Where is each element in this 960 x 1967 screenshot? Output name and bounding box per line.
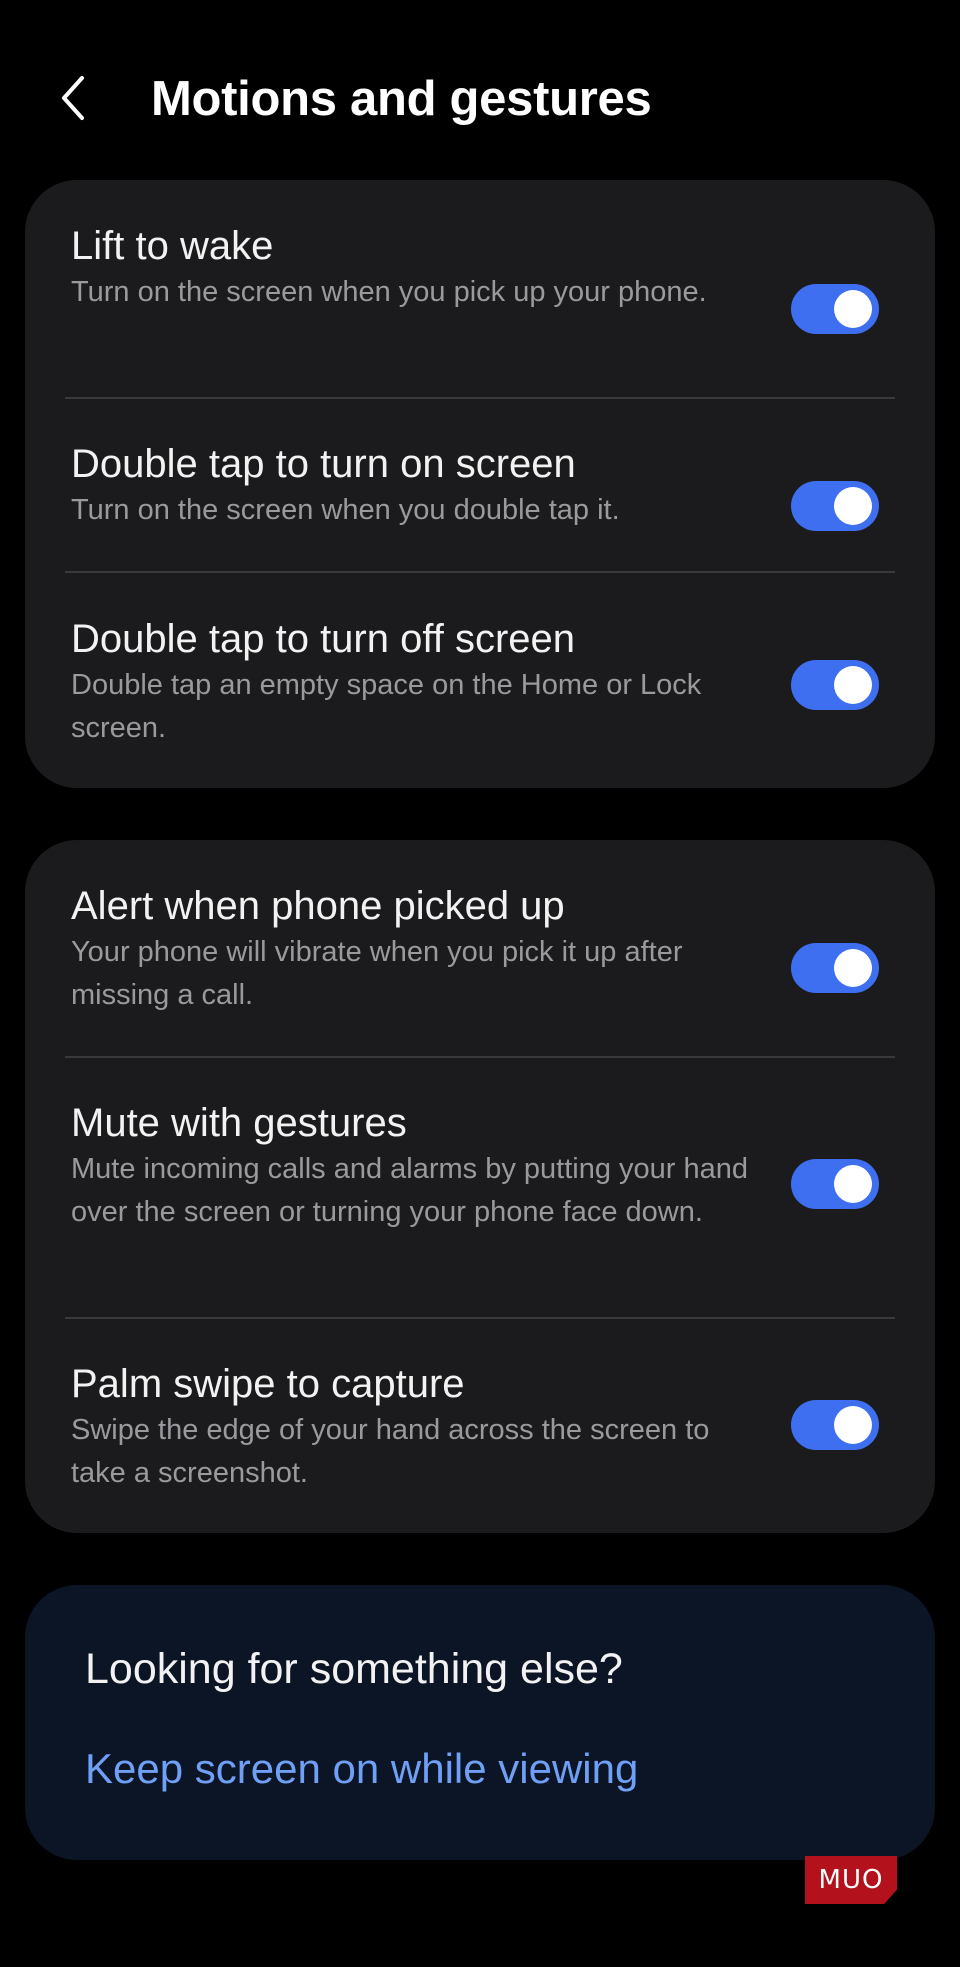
- setting-alert-picked-up[interactable]: Alert when phone picked up Your phone wi…: [25, 880, 935, 1030]
- setting-title: Lift to wake: [71, 224, 274, 268]
- setting-description: Double tap an empty space on the Home or…: [71, 669, 702, 744]
- watermark-logo: MUO: [805, 1856, 897, 1904]
- divider: [65, 571, 895, 573]
- toggle-knob: [834, 290, 872, 328]
- palm-swipe-toggle[interactable]: [791, 1400, 879, 1450]
- setting-description: Mute incoming calls and alarms by puttin…: [71, 1153, 749, 1228]
- toggle-knob: [834, 487, 872, 525]
- settings-group-1: Lift to wake Turn on the screen when you…: [25, 180, 935, 788]
- setting-description: Your phone will vibrate when you pick it…: [71, 936, 683, 1011]
- setting-title: Palm swipe to capture: [71, 1362, 465, 1406]
- toggle-knob: [834, 1406, 872, 1444]
- setting-title: Mute with gestures: [71, 1101, 407, 1145]
- mute-with-gestures-toggle[interactable]: [791, 1159, 879, 1209]
- setting-double-tap-off[interactable]: Double tap to turn off screen Double tap…: [25, 613, 935, 763]
- settings-group-2: Alert when phone picked up Your phone wi…: [25, 840, 935, 1533]
- setting-description: Turn on the screen when you pick up your…: [71, 276, 707, 308]
- divider: [65, 397, 895, 399]
- double-tap-off-toggle[interactable]: [791, 660, 879, 710]
- setting-title: Alert when phone picked up: [71, 884, 565, 928]
- keep-screen-on-link[interactable]: Keep screen on while viewing: [85, 1741, 638, 1797]
- setting-palm-swipe[interactable]: Palm swipe to capture Swipe the edge of …: [25, 1358, 935, 1508]
- setting-mute-with-gestures[interactable]: Mute with gestures Mute incoming calls a…: [25, 1097, 935, 1287]
- lift-to-wake-toggle[interactable]: [791, 284, 879, 334]
- suggestions-card: Looking for something else? Keep screen …: [25, 1585, 935, 1860]
- divider: [65, 1317, 895, 1319]
- setting-title: Double tap to turn off screen: [71, 617, 576, 661]
- setting-description: Turn on the screen when you double tap i…: [71, 494, 620, 526]
- chevron-left-icon: [58, 74, 88, 127]
- toggle-knob: [834, 949, 872, 987]
- alert-picked-up-toggle[interactable]: [791, 943, 879, 993]
- setting-description: Swipe the edge of your hand across the s…: [71, 1414, 710, 1489]
- suggestions-title: Looking for something else?: [85, 1645, 623, 1693]
- page-title: Motions and gestures: [151, 72, 652, 126]
- toggle-knob: [834, 666, 872, 704]
- back-button[interactable]: [58, 70, 118, 130]
- double-tap-on-toggle[interactable]: [791, 481, 879, 531]
- divider: [65, 1056, 895, 1058]
- setting-title: Double tap to turn on screen: [71, 442, 576, 486]
- setting-lift-to-wake[interactable]: Lift to wake Turn on the screen when you…: [25, 220, 935, 370]
- toggle-knob: [834, 1165, 872, 1203]
- header-bar: Motions and gestures: [0, 60, 960, 142]
- setting-double-tap-on[interactable]: Double tap to turn on screen Turn on the…: [25, 438, 935, 548]
